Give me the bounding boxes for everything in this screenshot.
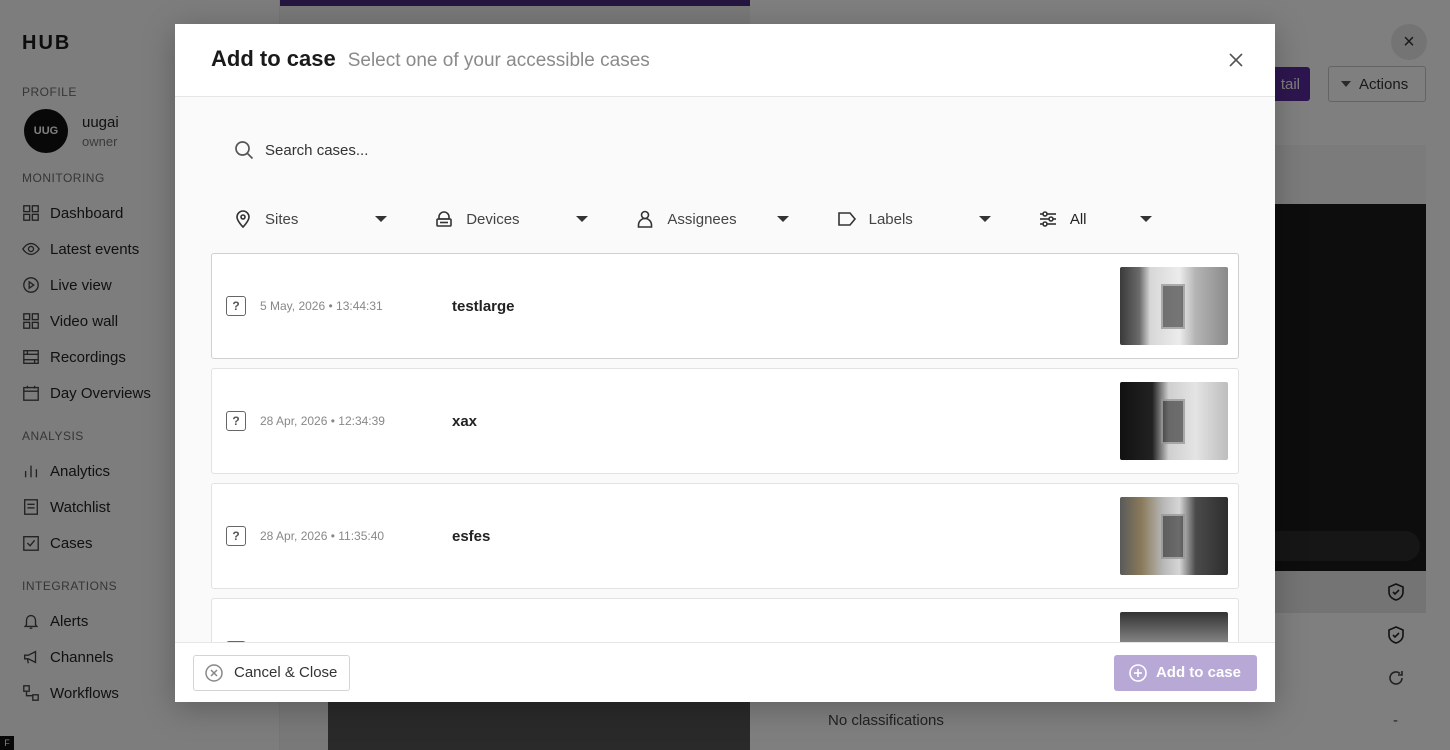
assignees-filter[interactable]: Assignees	[635, 209, 836, 229]
sites-filter-label: Sites	[265, 210, 299, 228]
person-icon	[638, 210, 653, 228]
case-list: ? 5 May, 2026 • 13:44:31 testlarge ? 28 …	[211, 253, 1239, 642]
caret-down-icon	[1139, 216, 1152, 222]
devices-filter[interactable]: Devices	[434, 209, 635, 229]
labels-filter[interactable]: Labels	[837, 209, 1038, 229]
unknown-status-icon: ?	[226, 411, 246, 431]
modal-header: Add to case Select one of your accessibl…	[175, 24, 1275, 97]
modal-title: Add to case	[211, 46, 336, 71]
search-input[interactable]	[265, 141, 765, 159]
case-name: esfes	[452, 527, 491, 545]
caret-down-icon	[978, 216, 991, 222]
devices-filter-label: Devices	[466, 210, 520, 228]
search-icon	[235, 141, 254, 160]
status-filter[interactable]: All	[1038, 209, 1239, 229]
unknown-status-icon: ?	[226, 296, 246, 316]
add-to-case-modal: Add to case Select one of your accessibl…	[175, 24, 1275, 702]
device-icon	[436, 211, 453, 227]
caret-down-icon	[777, 216, 790, 222]
case-row[interactable]: ? 5 May, 2026 • 13:44:31 testlarge	[211, 253, 1239, 359]
case-thumbnail	[1120, 497, 1228, 575]
case-row[interactable]: ? 28 Apr, 2026 • 12:34:39 xax	[211, 368, 1239, 474]
assignees-filter-label: Assignees	[667, 210, 737, 228]
modal-subtitle: Select one of your accessible cases	[347, 50, 650, 71]
unknown-status-icon: ?	[226, 526, 246, 546]
close-circle-icon	[205, 663, 223, 682]
modal-footer: Cancel & Close Add to case	[175, 642, 1275, 702]
case-name: testlarge	[452, 297, 515, 315]
cancel-close-button[interactable]: Cancel & Close	[193, 654, 351, 691]
status-filter-label: All	[1069, 210, 1087, 228]
case-thumbnail	[1120, 612, 1228, 642]
tag-icon	[837, 212, 856, 226]
case-thumbnail	[1120, 382, 1228, 460]
case-name: xax	[452, 412, 478, 430]
case-date: 5 May, 2026 • 13:44:31	[260, 299, 383, 313]
sites-filter[interactable]: Sites	[233, 209, 434, 229]
search-bar	[211, 130, 1239, 170]
case-row[interactable]: ? 28 Apr, 2026 • 11:35:40 esfes	[211, 483, 1239, 589]
close-icon[interactable]	[1225, 49, 1247, 71]
cancel-close-label: Cancel & Close	[234, 664, 338, 681]
map-pin-icon	[236, 210, 250, 229]
caret-down-icon	[375, 216, 387, 222]
caret-down-icon	[576, 216, 589, 222]
modal-body: Sites Devices Assignees Labels All	[175, 97, 1275, 642]
case-date: 28 Apr, 2026 • 11:35:40	[260, 529, 385, 543]
sliders-icon	[1039, 211, 1056, 227]
add-to-case-label: Add to case	[1155, 664, 1241, 681]
add-to-case-button[interactable]: Add to case	[1113, 654, 1257, 691]
case-row[interactable]: ?	[211, 598, 1239, 642]
filter-bar: Sites Devices Assignees Labels All	[211, 199, 1239, 239]
plus-circle-icon	[1129, 663, 1147, 682]
case-thumbnail	[1120, 267, 1228, 345]
case-date: 28 Apr, 2026 • 12:34:39	[260, 414, 385, 428]
labels-filter-label: Labels	[868, 210, 913, 228]
